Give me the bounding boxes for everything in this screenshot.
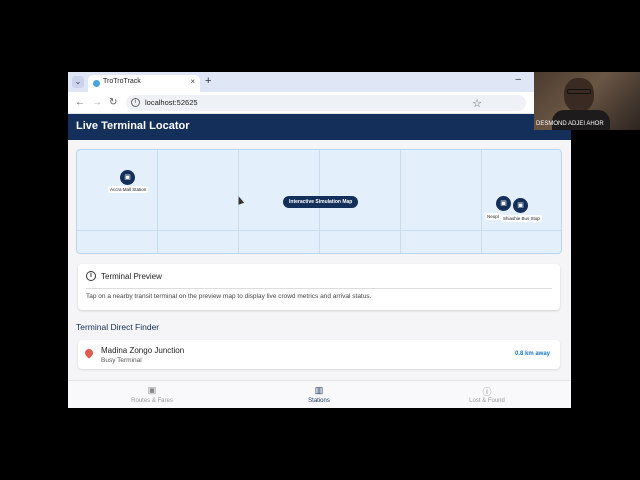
preview-text: Tap on a nearby transit terminal on the … [86, 293, 372, 300]
address-bar: ← → ↻ i localhost:52625 ☆ [68, 92, 571, 114]
terminal-pin-shiashie[interactable]: ▣ [513, 198, 528, 213]
pin-label: Neopl [485, 213, 501, 220]
nav-label: Stations [308, 398, 330, 404]
pin-label: Accra Mall Station [108, 186, 149, 193]
bottom-navigation: ▣ Routes & Fares ▥ Stations ⓘ Lost & Fou… [68, 380, 571, 408]
app-bar: Live Terminal Locator [68, 114, 571, 140]
nav-label: Routes & Fares [131, 398, 173, 404]
location-pin-icon [83, 347, 95, 359]
map-grid-line [400, 150, 401, 253]
browser-window: ⌄ TroTroTrack × + – ← → ↻ i localhost:52… [68, 72, 571, 408]
divider [86, 288, 552, 289]
reload-icon[interactable]: ↻ [109, 96, 117, 110]
screen: ⌄ TroTroTrack × + – ← → ↻ i localhost:52… [0, 0, 640, 480]
favicon-icon [93, 80, 100, 87]
participant-shirt [552, 110, 610, 130]
finder-title: Terminal Direct Finder [76, 322, 160, 332]
main-content: ▣ Accra Mall Station ▣ Neopl ▣ Shiashie … [68, 140, 571, 380]
nav-stations[interactable]: ▥ Stations [235, 381, 403, 408]
browser-tab[interactable]: TroTroTrack × [88, 75, 200, 92]
bookmark-star-icon[interactable]: ☆ [472, 97, 482, 110]
terminal-name: Madina Zongo Junction [101, 346, 185, 355]
nav-routes-fares[interactable]: ▣ Routes & Fares [68, 381, 236, 408]
preview-title: Terminal Preview [101, 272, 162, 281]
page-title: Live Terminal Locator [76, 120, 190, 132]
minimize-button[interactable]: – [515, 74, 521, 85]
chevron-down-icon[interactable]: ⌄ [72, 76, 84, 88]
mouse-cursor-icon [235, 195, 245, 205]
url-text: localhost:52625 [145, 98, 198, 107]
terminal-distance: 0.8 km away [514, 351, 550, 357]
back-arrow-icon[interactable]: ← [75, 96, 85, 110]
terminal-type: Busy Terminal [101, 357, 142, 364]
url-input[interactable]: i localhost:52625 ☆ [126, 95, 526, 111]
webcam-overlay: DESMOND ADJEI AHOR [534, 72, 640, 130]
forward-arrow-icon[interactable]: → [92, 96, 102, 110]
simulation-map[interactable]: ▣ Accra Mall Station ▣ Neopl ▣ Shiashie … [76, 149, 562, 254]
terminal-preview-card: i Terminal Preview Tap on a nearby trans… [78, 264, 560, 310]
bus-icon: ▣ [147, 385, 157, 395]
map-icon: ▥ [314, 385, 324, 395]
alert-icon: ⓘ [482, 387, 492, 397]
new-tab-button[interactable]: + [205, 75, 211, 87]
terminal-pin-accra-mall[interactable]: ▣ [120, 170, 135, 185]
participant-name: DESMOND ADJEI AHOR [536, 121, 604, 127]
participant-face [564, 78, 594, 112]
glasses-icon [567, 89, 591, 94]
nav-label: Lost & Found [469, 398, 505, 404]
map-grid-line [481, 150, 482, 253]
info-icon: i [86, 271, 96, 281]
tab-strip: ⌄ TroTroTrack × + – [68, 72, 571, 92]
tab-title: TroTroTrack [103, 78, 141, 85]
site-info-icon[interactable]: i [131, 98, 140, 107]
nav-lost-found[interactable]: ⓘ Lost & Found [403, 381, 571, 408]
map-center-label: Interactive Simulation Map [283, 196, 359, 208]
terminal-pin-neopl[interactable]: ▣ [496, 196, 511, 211]
pin-label: Shiashie Bus Stop [501, 215, 542, 222]
map-grid-line [77, 230, 561, 231]
map-grid-line [157, 150, 158, 253]
list-item[interactable]: Madina Zongo Junction Busy Terminal 0.8 … [78, 340, 560, 369]
close-tab-icon[interactable]: × [190, 77, 195, 86]
